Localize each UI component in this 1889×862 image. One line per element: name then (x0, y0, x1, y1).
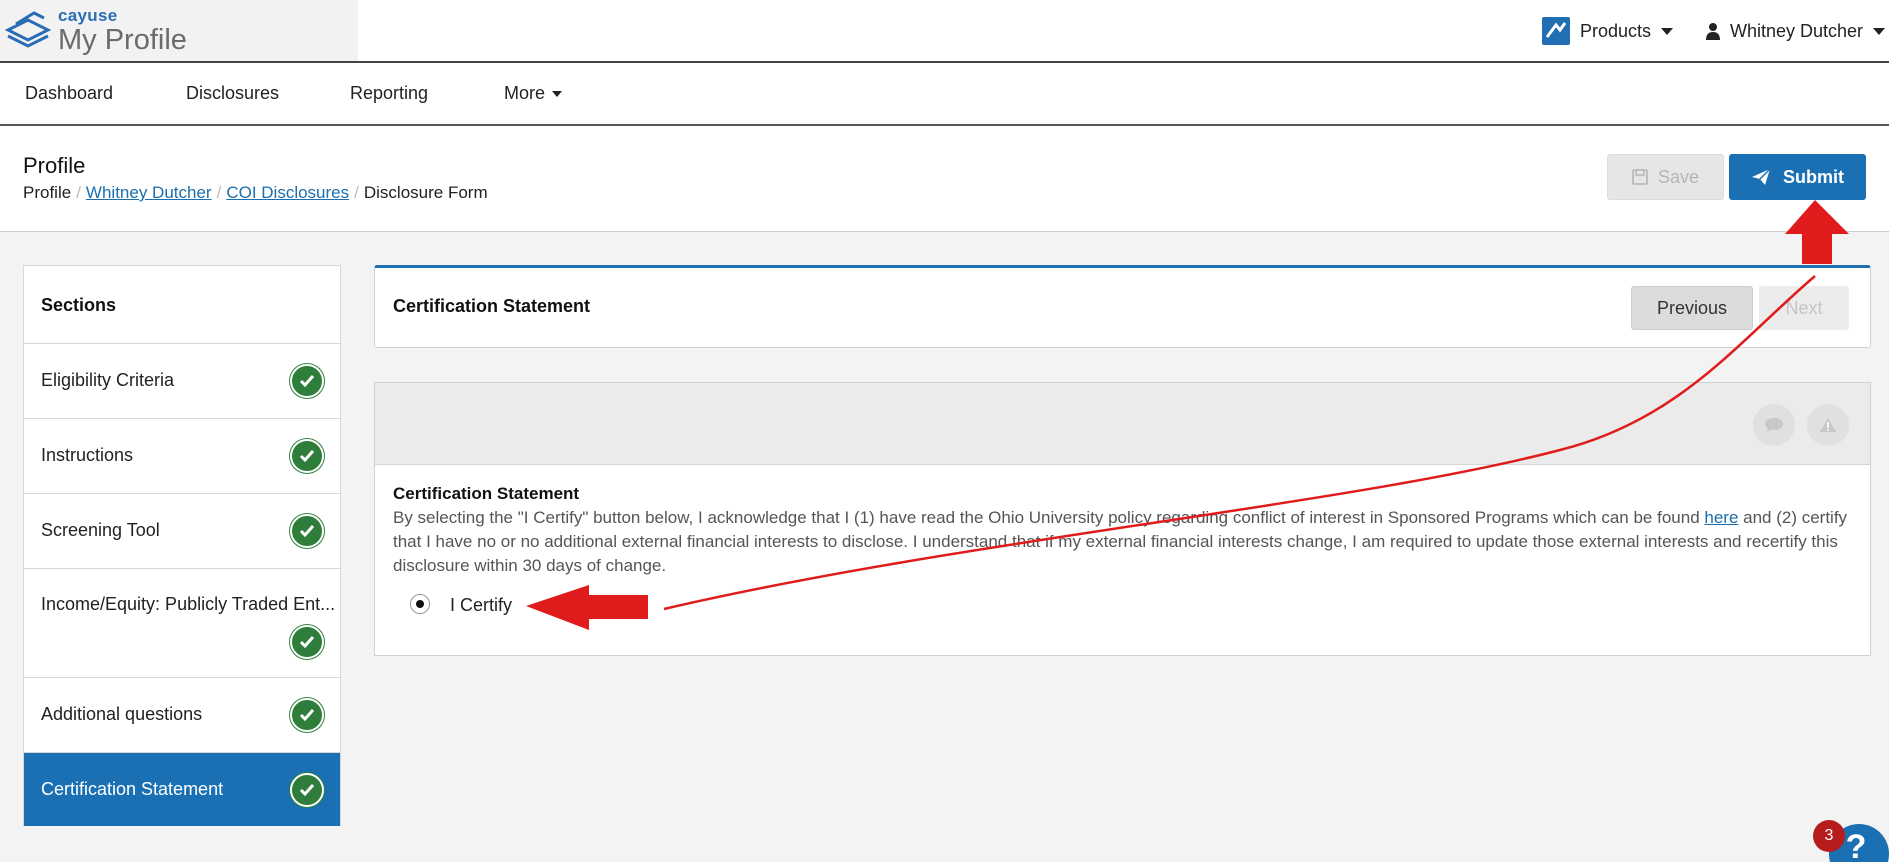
send-icon (1752, 168, 1771, 185)
previous-button[interactable]: Previous (1631, 286, 1753, 330)
user-icon (1706, 23, 1720, 40)
question-panel: Certification Statement By selecting the… (374, 382, 1871, 656)
radio-selected-dot (416, 600, 424, 608)
breadcrumb-current: Disclosure Form (363, 183, 488, 202)
breadcrumb-separator: / (76, 183, 81, 202)
question-title: Certification Statement (393, 484, 580, 503)
top-bar: cayuse My Profile Products Whitney Dutch… (0, 0, 1889, 63)
sidebar-item-income-equity[interactable]: Income/Equity: Publicly Traded Ent... (24, 569, 340, 678)
save-icon (1632, 169, 1648, 185)
sidebar-item-label: Instructions (41, 445, 134, 465)
sidebar-item-eligibility-criteria[interactable]: Eligibility Criteria (24, 344, 340, 419)
nav-dashboard[interactable]: Dashboard (25, 63, 113, 124)
question-toolbar (375, 383, 1870, 465)
brand-logo[interactable]: cayuse My Profile (0, 0, 358, 61)
sidebar-item-screening-tool[interactable]: Screening Tool (24, 494, 340, 569)
save-label: Save (1657, 166, 1700, 187)
sidebar-heading: Sections (24, 266, 340, 344)
comment-button[interactable] (1753, 404, 1795, 446)
help-icon: ? (1845, 827, 1867, 862)
chevron-down-icon (1661, 27, 1674, 35)
nav-more[interactable]: More (504, 63, 563, 124)
submit-button[interactable]: Submit (1729, 154, 1866, 200)
next-button[interactable]: Next (1759, 286, 1849, 330)
breadcrumb-coi-link[interactable]: COI Disclosures (226, 183, 349, 202)
warning-icon (1820, 418, 1836, 432)
brand-name: cayuse (58, 6, 118, 25)
check-icon (290, 698, 324, 732)
section-title: Certification Statement (393, 296, 591, 316)
nav-more-label: More (504, 83, 546, 103)
chevron-down-icon (1873, 27, 1886, 35)
check-icon (290, 625, 324, 659)
nav-reporting[interactable]: Reporting (350, 63, 428, 124)
question-text: By selecting the "I Certify" button belo… (393, 506, 1853, 578)
sidebar-item-certification-statement[interactable]: Certification Statement (24, 753, 340, 826)
sidebar-item-label: Income/Equity: Publicly Traded Ent... (41, 594, 336, 614)
breadcrumb-separator: / (216, 183, 222, 202)
notification-badge: 3 (1813, 820, 1845, 852)
user-name: Whitney Dutcher (1730, 20, 1864, 41)
flag-button[interactable] (1807, 404, 1849, 446)
sidebar-item-label: Screening Tool (41, 520, 160, 540)
breadcrumb: Profile / Whitney Dutcher / COI Disclosures /… (23, 183, 488, 203)
sidebar-item-label: Additional questions (41, 704, 203, 724)
sidebar-item-label: Eligibility Criteria (41, 370, 175, 390)
breadcrumb-separator: / (354, 183, 359, 202)
certify-radio[interactable] (410, 594, 430, 614)
sidebar-item-additional-questions[interactable]: Additional questions (24, 678, 340, 753)
breadcrumb-user-link[interactable]: Whitney Dutcher (86, 183, 212, 202)
chevron-down-icon (552, 90, 563, 97)
nav-disclosures[interactable]: Disclosures (186, 63, 279, 124)
user-menu[interactable]: Whitney Dutcher (1706, 16, 1886, 46)
save-button[interactable]: Save (1607, 154, 1724, 200)
main-nav: Dashboard Disclosures Reporting More (0, 63, 1889, 126)
certify-radio-label[interactable]: I Certify (450, 595, 512, 616)
page-title: Profile (23, 153, 86, 178)
check-icon (290, 773, 324, 807)
sidebar-item-instructions[interactable]: Instructions (24, 419, 340, 494)
section-header-panel: Certification Statement Previous Next (374, 265, 1871, 348)
sidebar-item-label: Certification Statement (41, 779, 224, 799)
products-label: Products (1580, 20, 1652, 41)
products-menu[interactable]: Products (1542, 16, 1674, 46)
policy-link[interactable]: here (1704, 508, 1738, 527)
page-header: Profile Profile / Whitney Dutcher / COI Disc… (0, 126, 1889, 232)
breadcrumb-root: Profile (23, 183, 72, 202)
products-icon (1542, 17, 1570, 45)
check-icon (290, 514, 324, 548)
check-icon (290, 364, 324, 398)
product-name: My Profile (58, 24, 187, 56)
question-text-part: By selecting the "I Certify" button belo… (393, 508, 1705, 527)
submit-label: Submit (1783, 166, 1844, 187)
check-icon (290, 439, 324, 473)
cayuse-logo-icon (4, 11, 52, 48)
comment-icon (1765, 418, 1783, 432)
sections-sidebar: Sections Eligibility Criteria Instructio… (23, 265, 341, 826)
